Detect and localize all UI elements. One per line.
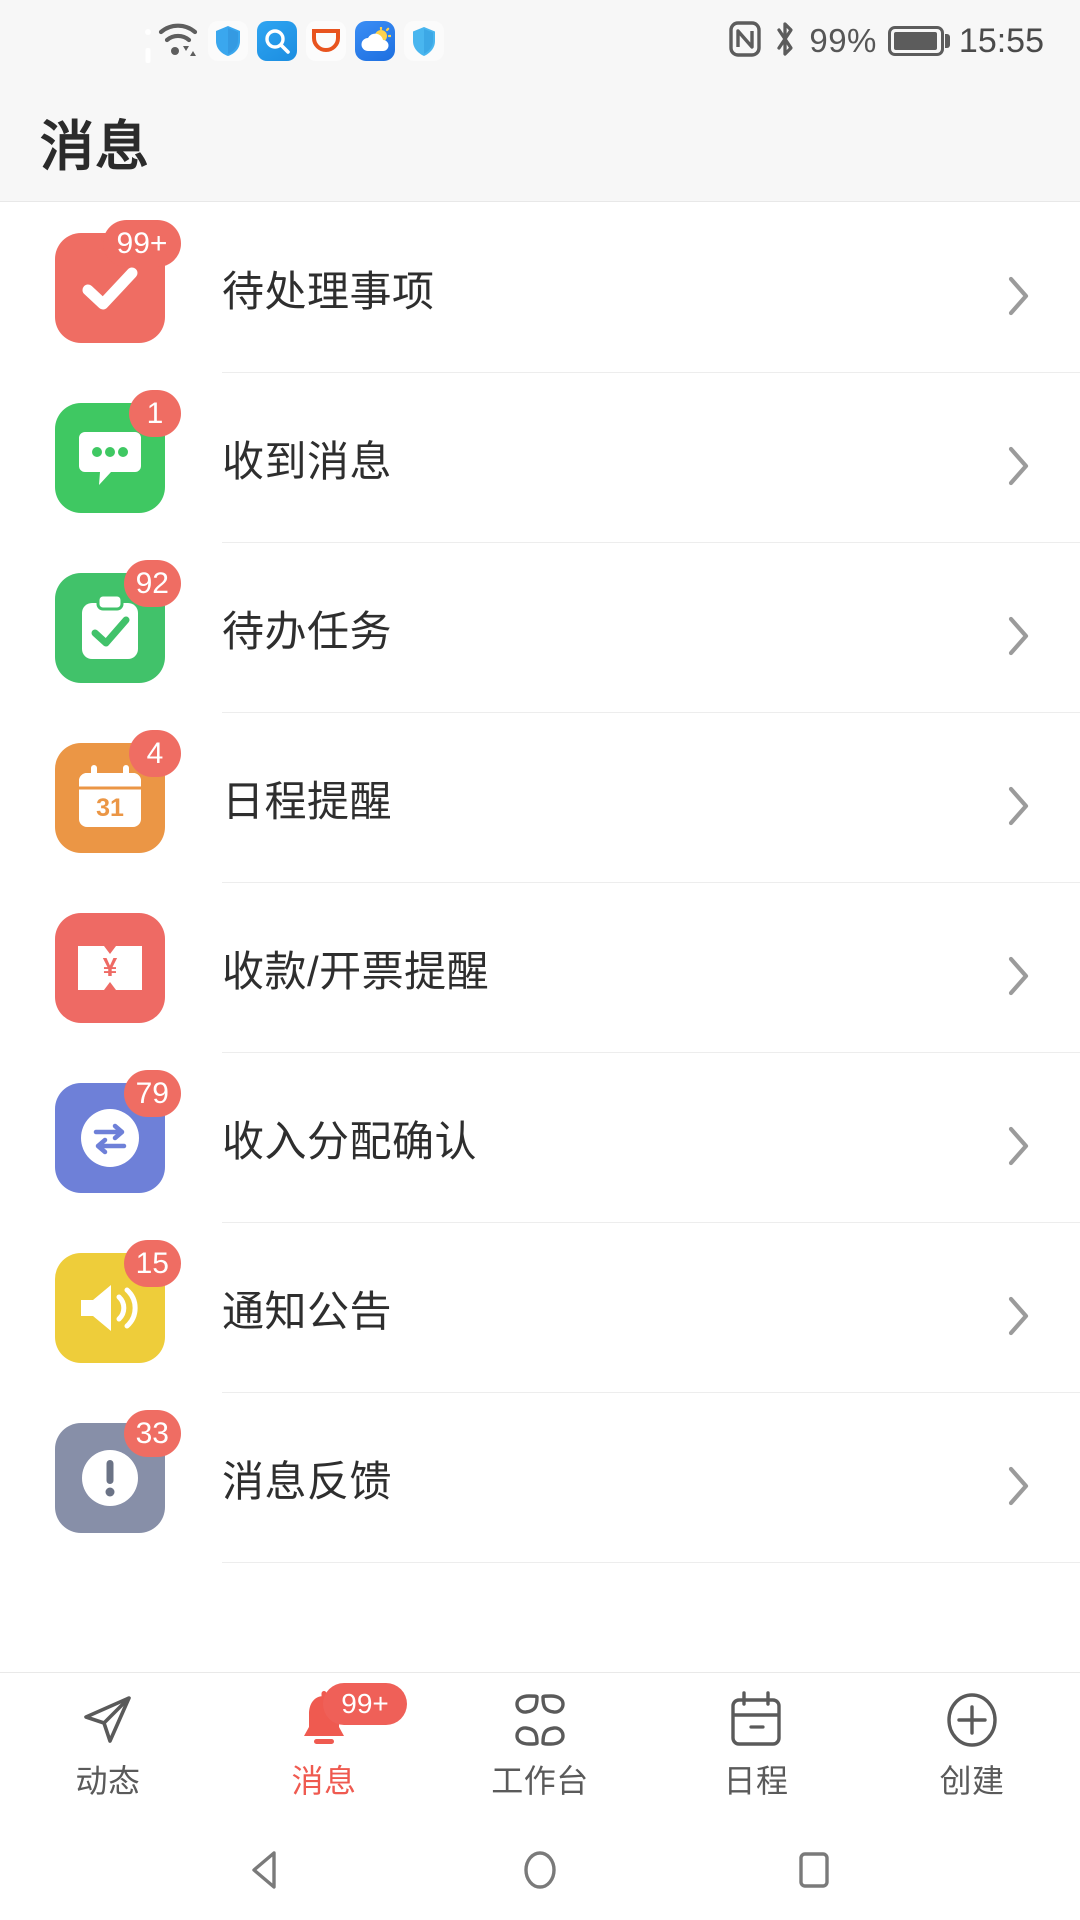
list-item-icon-wrap: 79 bbox=[55, 1070, 181, 1193]
grid-petals-icon bbox=[509, 1692, 571, 1748]
wifi-icon bbox=[157, 20, 199, 63]
list-item-icon-wrap: 31 4 bbox=[55, 730, 181, 853]
unread-count-badge: 33 bbox=[123, 1410, 181, 1457]
tab-label: 日程 bbox=[723, 1762, 789, 1799]
list-item-icon-wrap: 33 bbox=[55, 1410, 181, 1533]
list-item[interactable]: 79 收入分配确认 bbox=[0, 1053, 1080, 1223]
tab-paper-plane[interactable]: 动态 bbox=[0, 1673, 216, 1820]
list-item-label: 收入分配确认 bbox=[222, 1117, 478, 1165]
app-screen: 99% 15:55 消息 99+ 待处理事项 1 收到消息 92 待办任务 31 4 日程提醒 ¥… bbox=[0, 0, 1080, 1920]
recents-square-icon[interactable] bbox=[782, 1838, 846, 1902]
tab-plus-circle[interactable]: 创建 bbox=[864, 1673, 1080, 1820]
chevron-right-icon[interactable] bbox=[1006, 615, 1032, 656]
unread-count-badge: 79 bbox=[123, 1070, 181, 1117]
back-triangle-icon[interactable] bbox=[234, 1838, 298, 1902]
list-item-icon-wrap: 99+ bbox=[55, 220, 181, 343]
status-bar-right-icons: 99% 15:55 bbox=[729, 20, 1044, 63]
bluetooth-icon bbox=[772, 20, 798, 63]
tab-unread-badge: 99+ bbox=[323, 1682, 407, 1725]
bottom-tab-bar: 动态 99+ 消息 工作台 日程 创建 bbox=[0, 1672, 1080, 1820]
paper-plane-icon bbox=[77, 1692, 139, 1748]
list-item-icon-wrap: 92 bbox=[55, 560, 181, 683]
list-item-label: 通知公告 bbox=[222, 1287, 393, 1335]
list-item-icon-wrap: 1 bbox=[55, 390, 181, 513]
unread-count-badge: 15 bbox=[123, 1240, 181, 1287]
unread-count-badge: 92 bbox=[123, 560, 181, 607]
tab-label: 动态 bbox=[75, 1762, 141, 1799]
chevron-right-icon[interactable] bbox=[1006, 1125, 1032, 1166]
tab-grid-petals[interactable]: 工作台 bbox=[432, 1673, 648, 1820]
list-item-icon-wrap: 15 bbox=[55, 1240, 181, 1363]
plus-circle-icon bbox=[941, 1692, 1003, 1748]
chevron-right-icon[interactable] bbox=[1006, 785, 1032, 826]
search-app-icon bbox=[257, 21, 297, 61]
list-item-label: 日程提醒 bbox=[222, 777, 393, 825]
tab-bell[interactable]: 99+ 消息 bbox=[216, 1673, 432, 1820]
list-divider bbox=[222, 1562, 1080, 1563]
list-item[interactable]: 1 收到消息 bbox=[0, 373, 1080, 543]
chevron-right-icon[interactable] bbox=[1006, 955, 1032, 996]
unread-count-badge: 1 bbox=[129, 390, 181, 437]
weather-app-icon bbox=[355, 21, 395, 61]
chevron-right-icon[interactable] bbox=[1006, 1295, 1032, 1336]
list-item-label: 收款/开票提醒 bbox=[222, 947, 490, 995]
list-item[interactable]: 99+ 待处理事项 bbox=[0, 203, 1080, 373]
list-item[interactable]: 31 4 日程提醒 bbox=[0, 713, 1080, 883]
clock-label: 15:55 bbox=[958, 21, 1044, 60]
svg-text:¥: ¥ bbox=[103, 952, 118, 982]
list-item[interactable]: 33 消息反馈 bbox=[0, 1393, 1080, 1563]
list-item[interactable]: 92 待办任务 bbox=[0, 543, 1080, 713]
didi-app-icon bbox=[306, 21, 346, 61]
tab-label: 创建 bbox=[939, 1762, 1005, 1799]
message-category-list: 99+ 待处理事项 1 收到消息 92 待办任务 31 4 日程提醒 ¥ 收款/开票提醒 79 收入分配… bbox=[0, 203, 1080, 1563]
calendar-icon bbox=[725, 1690, 787, 1748]
list-item-label: 消息反馈 bbox=[222, 1457, 393, 1505]
page-header: 消息 bbox=[0, 82, 1080, 202]
svg-text:31: 31 bbox=[96, 794, 124, 822]
chevron-right-icon[interactable] bbox=[1006, 1465, 1032, 1506]
status-bar-left-icons bbox=[148, 20, 444, 63]
tab-label: 工作台 bbox=[491, 1762, 589, 1799]
tab-label: 消息 bbox=[291, 1762, 357, 1799]
unread-count-badge: 4 bbox=[129, 730, 181, 777]
unread-count-badge: 99+ bbox=[103, 220, 181, 267]
tab-calendar[interactable]: 日程 bbox=[648, 1673, 864, 1820]
page-title: 消息 bbox=[40, 117, 150, 177]
shield-app-icon bbox=[208, 21, 248, 61]
home-circle-icon[interactable] bbox=[508, 1838, 572, 1902]
battery-icon bbox=[887, 26, 944, 56]
bell-icon: 99+ bbox=[293, 1682, 407, 1748]
status-bar: 99% 15:55 bbox=[0, 0, 1080, 82]
android-navigation-bar bbox=[0, 1820, 1080, 1920]
list-item-icon-wrap: ¥ bbox=[55, 913, 165, 1023]
battery-percent-label: 99% bbox=[809, 22, 877, 59]
chevron-right-icon[interactable] bbox=[1006, 445, 1032, 486]
chevron-right-icon[interactable] bbox=[1006, 275, 1032, 316]
list-item[interactable]: ¥ 收款/开票提醒 bbox=[0, 883, 1080, 1053]
invoice-yen-icon: ¥ bbox=[55, 913, 165, 1023]
list-item-label: 待处理事项 bbox=[222, 267, 435, 315]
list-item[interactable]: 15 通知公告 bbox=[0, 1223, 1080, 1393]
nfc-icon bbox=[729, 20, 762, 62]
list-item-label: 待办任务 bbox=[222, 607, 393, 655]
list-item-label: 收到消息 bbox=[222, 437, 393, 485]
shield-app-icon-2 bbox=[404, 21, 444, 61]
